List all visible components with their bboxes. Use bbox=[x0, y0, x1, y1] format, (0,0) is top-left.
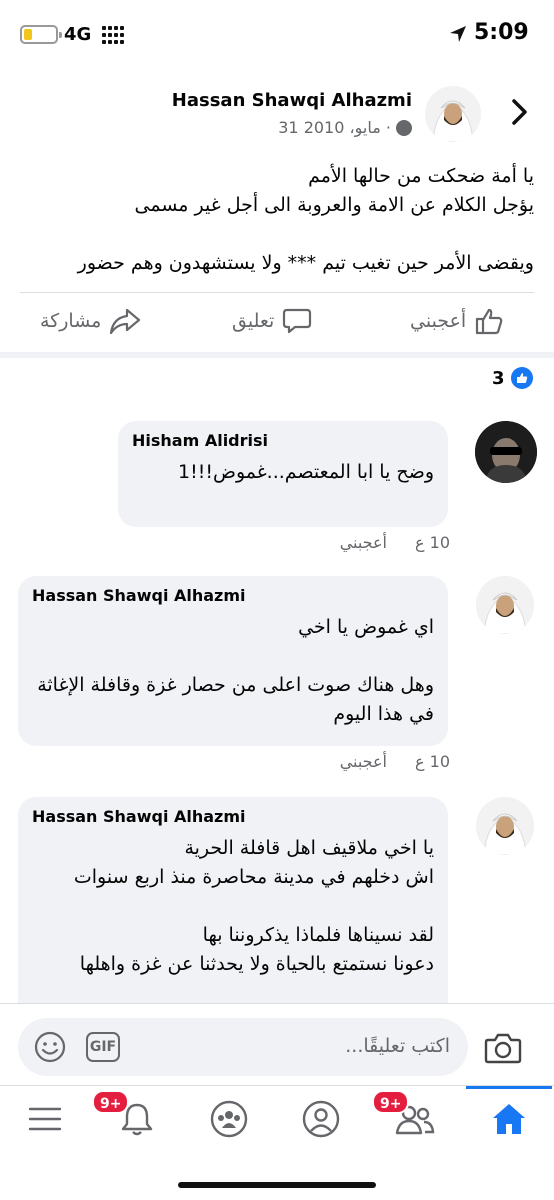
location-arrow-icon bbox=[450, 26, 466, 42]
share-label: مشاركة bbox=[40, 310, 102, 332]
comment-text-line: وهل هناك صوت اعلى من حصار غزة وقافلة الإ… bbox=[37, 674, 434, 725]
gif-button[interactable]: GIF bbox=[86, 1032, 120, 1062]
comment-text-line bbox=[32, 892, 434, 921]
comment-author-name[interactable]: Hassan Shawqi Alhazmi bbox=[32, 586, 434, 605]
comment-text-line: لقد نسيناها فلماذا يذكروننا بها bbox=[202, 924, 434, 946]
section-gap bbox=[0, 352, 554, 358]
post-author-avatar[interactable] bbox=[425, 86, 481, 142]
post-meta: 31 مايو، 2010 · bbox=[278, 118, 412, 137]
comment-author-avatar[interactable] bbox=[476, 576, 534, 634]
divider bbox=[20, 292, 534, 293]
menu-icon bbox=[28, 1107, 62, 1131]
battery-icon bbox=[20, 25, 62, 44]
active-tab-indicator bbox=[466, 1086, 552, 1089]
comment-text: وضح يا ابا المعتصم...غموض!!!1 bbox=[132, 458, 434, 487]
comment-bubble: Hassan Shawqi Alhazmi يا اخي ملاقيف اهل … bbox=[18, 797, 448, 1037]
friends-badge: 9+ bbox=[372, 1090, 410, 1114]
comment-like-button[interactable]: أعجبني bbox=[340, 533, 387, 552]
tab-profile[interactable] bbox=[298, 1096, 344, 1142]
network-label: 4G bbox=[64, 24, 92, 45]
status-bar: 4G 5:09 bbox=[0, 0, 554, 70]
tab-notifications[interactable]: 9+ bbox=[92, 1090, 160, 1142]
post-date: 31 مايو، 2010 · bbox=[278, 118, 391, 137]
bottom-tab-bar: 9+ 9+ bbox=[0, 1085, 554, 1153]
comment-like-button[interactable]: أعجبني bbox=[340, 752, 387, 771]
signal-icon bbox=[102, 26, 124, 44]
clock: 5:09 bbox=[474, 20, 529, 45]
tab-menu[interactable] bbox=[22, 1096, 68, 1142]
profile-icon bbox=[302, 1100, 340, 1138]
tab-home[interactable] bbox=[486, 1096, 532, 1142]
reactions-summary[interactable]: 3 bbox=[492, 367, 533, 389]
comment-author-avatar[interactable] bbox=[475, 421, 537, 483]
comment-text-line: دعونا نستمتع بالحياة ولا يحدثنا عن غزة و… bbox=[79, 953, 434, 975]
comment-time: 10 ع bbox=[415, 533, 450, 552]
comment-meta: 10 ع أعجبني bbox=[340, 752, 450, 771]
comment-text-line: اي غموض يا اخي bbox=[298, 616, 434, 638]
post-text-line: يؤجل الكلام عن الامة والعروبة الى أجل غي… bbox=[134, 194, 534, 216]
post-text-line: يا أمة ضحكت من حالها الأمم bbox=[308, 165, 534, 187]
comment-meta: 10 ع أعجبني bbox=[340, 533, 450, 552]
comment-placeholder: اكتب تعليقًا... bbox=[345, 1035, 450, 1057]
tab-friends[interactable]: 9+ bbox=[372, 1090, 438, 1142]
post-author-name[interactable]: Hassan Shawqi Alhazmi bbox=[172, 90, 412, 111]
notifications-badge: 9+ bbox=[92, 1090, 130, 1114]
comment-time: 10 ع bbox=[415, 752, 450, 771]
groups-icon bbox=[210, 1100, 248, 1138]
camera-icon[interactable] bbox=[484, 1032, 522, 1064]
comment-bubble: Hassan Shawqi Alhazmi اي غموض يا اخي وهل… bbox=[18, 576, 448, 746]
comment-text: يا اخي ملاقيف اهل قافلة الحرية اش دخلهم … bbox=[32, 834, 434, 979]
share-arrow-icon bbox=[110, 308, 141, 335]
post-text-line: ويقضى الأمر حين تغيب تيم *** ولا يستشهدو… bbox=[77, 252, 534, 274]
comment-text-line: اش دخلهم في مدينة محاصرة منذ اربع سنوات bbox=[73, 866, 434, 888]
globe-icon bbox=[396, 119, 412, 136]
comment-composer: GIF اكتب تعليقًا... bbox=[0, 1003, 554, 1085]
comment-author-name[interactable]: Hassan Shawqi Alhazmi bbox=[32, 807, 434, 826]
comment-bubble: Hisham Alidrisi وضح يا ابا المعتصم...غمو… bbox=[118, 421, 448, 527]
tab-groups[interactable] bbox=[206, 1096, 252, 1142]
reaction-count: 3 bbox=[492, 367, 505, 389]
comment-label: تعليق bbox=[232, 310, 275, 332]
thumbs-up-icon bbox=[476, 308, 503, 335]
comment-text: اي غموض يا اخي وهل هناك صوت اعلى من حصار… bbox=[32, 613, 434, 729]
comment-author-name[interactable]: Hisham Alidrisi bbox=[132, 431, 434, 450]
back-chevron-icon[interactable] bbox=[509, 98, 531, 126]
post-text-line bbox=[14, 220, 534, 249]
like-button[interactable]: أعجبني bbox=[410, 304, 504, 338]
home-indicator bbox=[178, 1182, 376, 1188]
comment-text-line bbox=[32, 642, 434, 671]
like-label: أعجبني bbox=[410, 310, 467, 332]
comment-bubble-icon bbox=[283, 308, 312, 334]
emoji-icon[interactable] bbox=[34, 1031, 66, 1063]
comment-author-avatar[interactable] bbox=[476, 797, 534, 855]
like-reaction-icon bbox=[510, 367, 533, 389]
home-icon bbox=[493, 1104, 525, 1134]
comment-text-line: يا اخي ملاقيف اهل قافلة الحرية bbox=[184, 837, 434, 859]
comment-text-line: وضح يا ابا المعتصم...غموض!!!1 bbox=[178, 461, 434, 483]
comment-input[interactable]: GIF اكتب تعليقًا... bbox=[18, 1018, 468, 1076]
post-text: يا أمة ضحكت من حالها الأمم يؤجل الكلام ع… bbox=[14, 162, 534, 278]
share-button[interactable]: مشاركة bbox=[40, 304, 141, 338]
comment-button[interactable]: تعليق bbox=[232, 304, 312, 338]
